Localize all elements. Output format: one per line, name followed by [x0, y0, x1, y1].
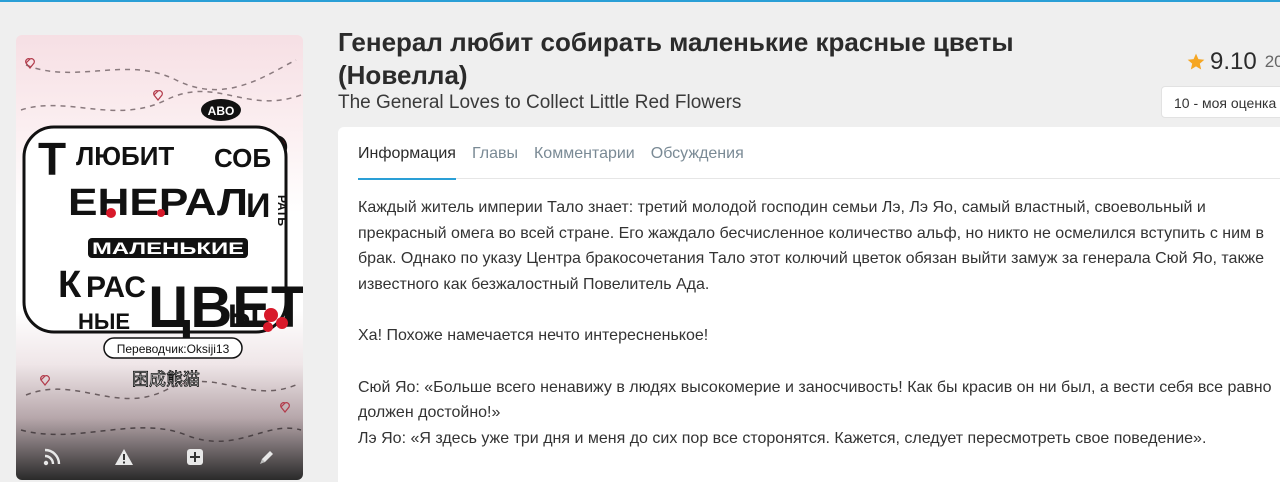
- tab-chapters[interactable]: Главы: [472, 127, 518, 179]
- top-accent-line: [0, 0, 1280, 2]
- description-paragraph: Лэ Яо: «Я здесь уже три дня и меня до си…: [358, 429, 1207, 447]
- rating-extra: 20: [1264, 52, 1280, 71]
- edit-icon[interactable]: [253, 443, 281, 471]
- cover-word: СОБ: [214, 143, 271, 173]
- cover-word: ЛЮБИТ: [76, 141, 174, 171]
- tab-comments[interactable]: Комментарии: [534, 127, 635, 179]
- cover-word: МАЛЕНЬКИЕ: [92, 239, 244, 258]
- novel-alt-title: The General Loves to Collect Little Red …: [338, 92, 742, 113]
- cover-word: РАТЬ: [275, 195, 289, 226]
- add-icon[interactable]: [181, 443, 209, 471]
- description-paragraph: Ха! Похоже намечается нечто интересненьк…: [358, 327, 709, 344]
- cover-word: ЕНЕРАЛ: [68, 182, 248, 224]
- cover-word: РАС: [86, 271, 146, 304]
- novel-description: Каждый житель империи Тало знает: третий…: [358, 195, 1273, 451]
- cover-word: И: [246, 187, 270, 225]
- star-icon: [1187, 53, 1205, 70]
- cover-art: ABO Т ЛЮБИТ СОБ ЕНЕРАЛ И РАТЬ МАЛЕНЬКИЕ …: [20, 58, 303, 442]
- description-paragraph: Сюй Яо: «Больше всего ненавижу в людях в…: [358, 378, 1272, 422]
- rating-block: 9.10 20: [1186, 48, 1280, 76]
- cover-action-bar: [16, 434, 303, 480]
- tab-bar: Информация Главы Комментарии Обсуждения: [358, 127, 1280, 180]
- description-paragraph: Каждый житель империи Тало знает: третий…: [358, 199, 1265, 293]
- my-rating-button[interactable]: 10 - моя оценка: [1161, 86, 1280, 118]
- content-panel: Информация Главы Комментарии Обсуждения …: [338, 127, 1280, 482]
- warning-icon[interactable]: [110, 443, 138, 471]
- cover-word: НЫЕ: [78, 309, 130, 334]
- rss-icon[interactable]: [38, 443, 66, 471]
- novel-title: Генерал любит собирать маленькие красные…: [338, 27, 1014, 90]
- cover-tag: ABO: [208, 104, 235, 118]
- cover-image[interactable]: ABO Т ЛЮБИТ СОБ ЕНЕРАЛ И РАТЬ МАЛЕНЬКИЕ …: [16, 35, 303, 480]
- rating-value: 9.10: [1210, 48, 1257, 75]
- tab-info[interactable]: Информация: [358, 127, 456, 180]
- cover-word: К: [58, 264, 82, 306]
- cover-word: ЦВЕТ: [148, 275, 303, 340]
- cover-word: Т: [38, 133, 66, 185]
- cover-translator: Переводчик:Oksiji13: [117, 342, 230, 356]
- tab-discussions[interactable]: Обсуждения: [651, 127, 744, 179]
- cover-word: Ы: [228, 298, 259, 334]
- cover-chinese: 困成熊猫: [132, 370, 200, 390]
